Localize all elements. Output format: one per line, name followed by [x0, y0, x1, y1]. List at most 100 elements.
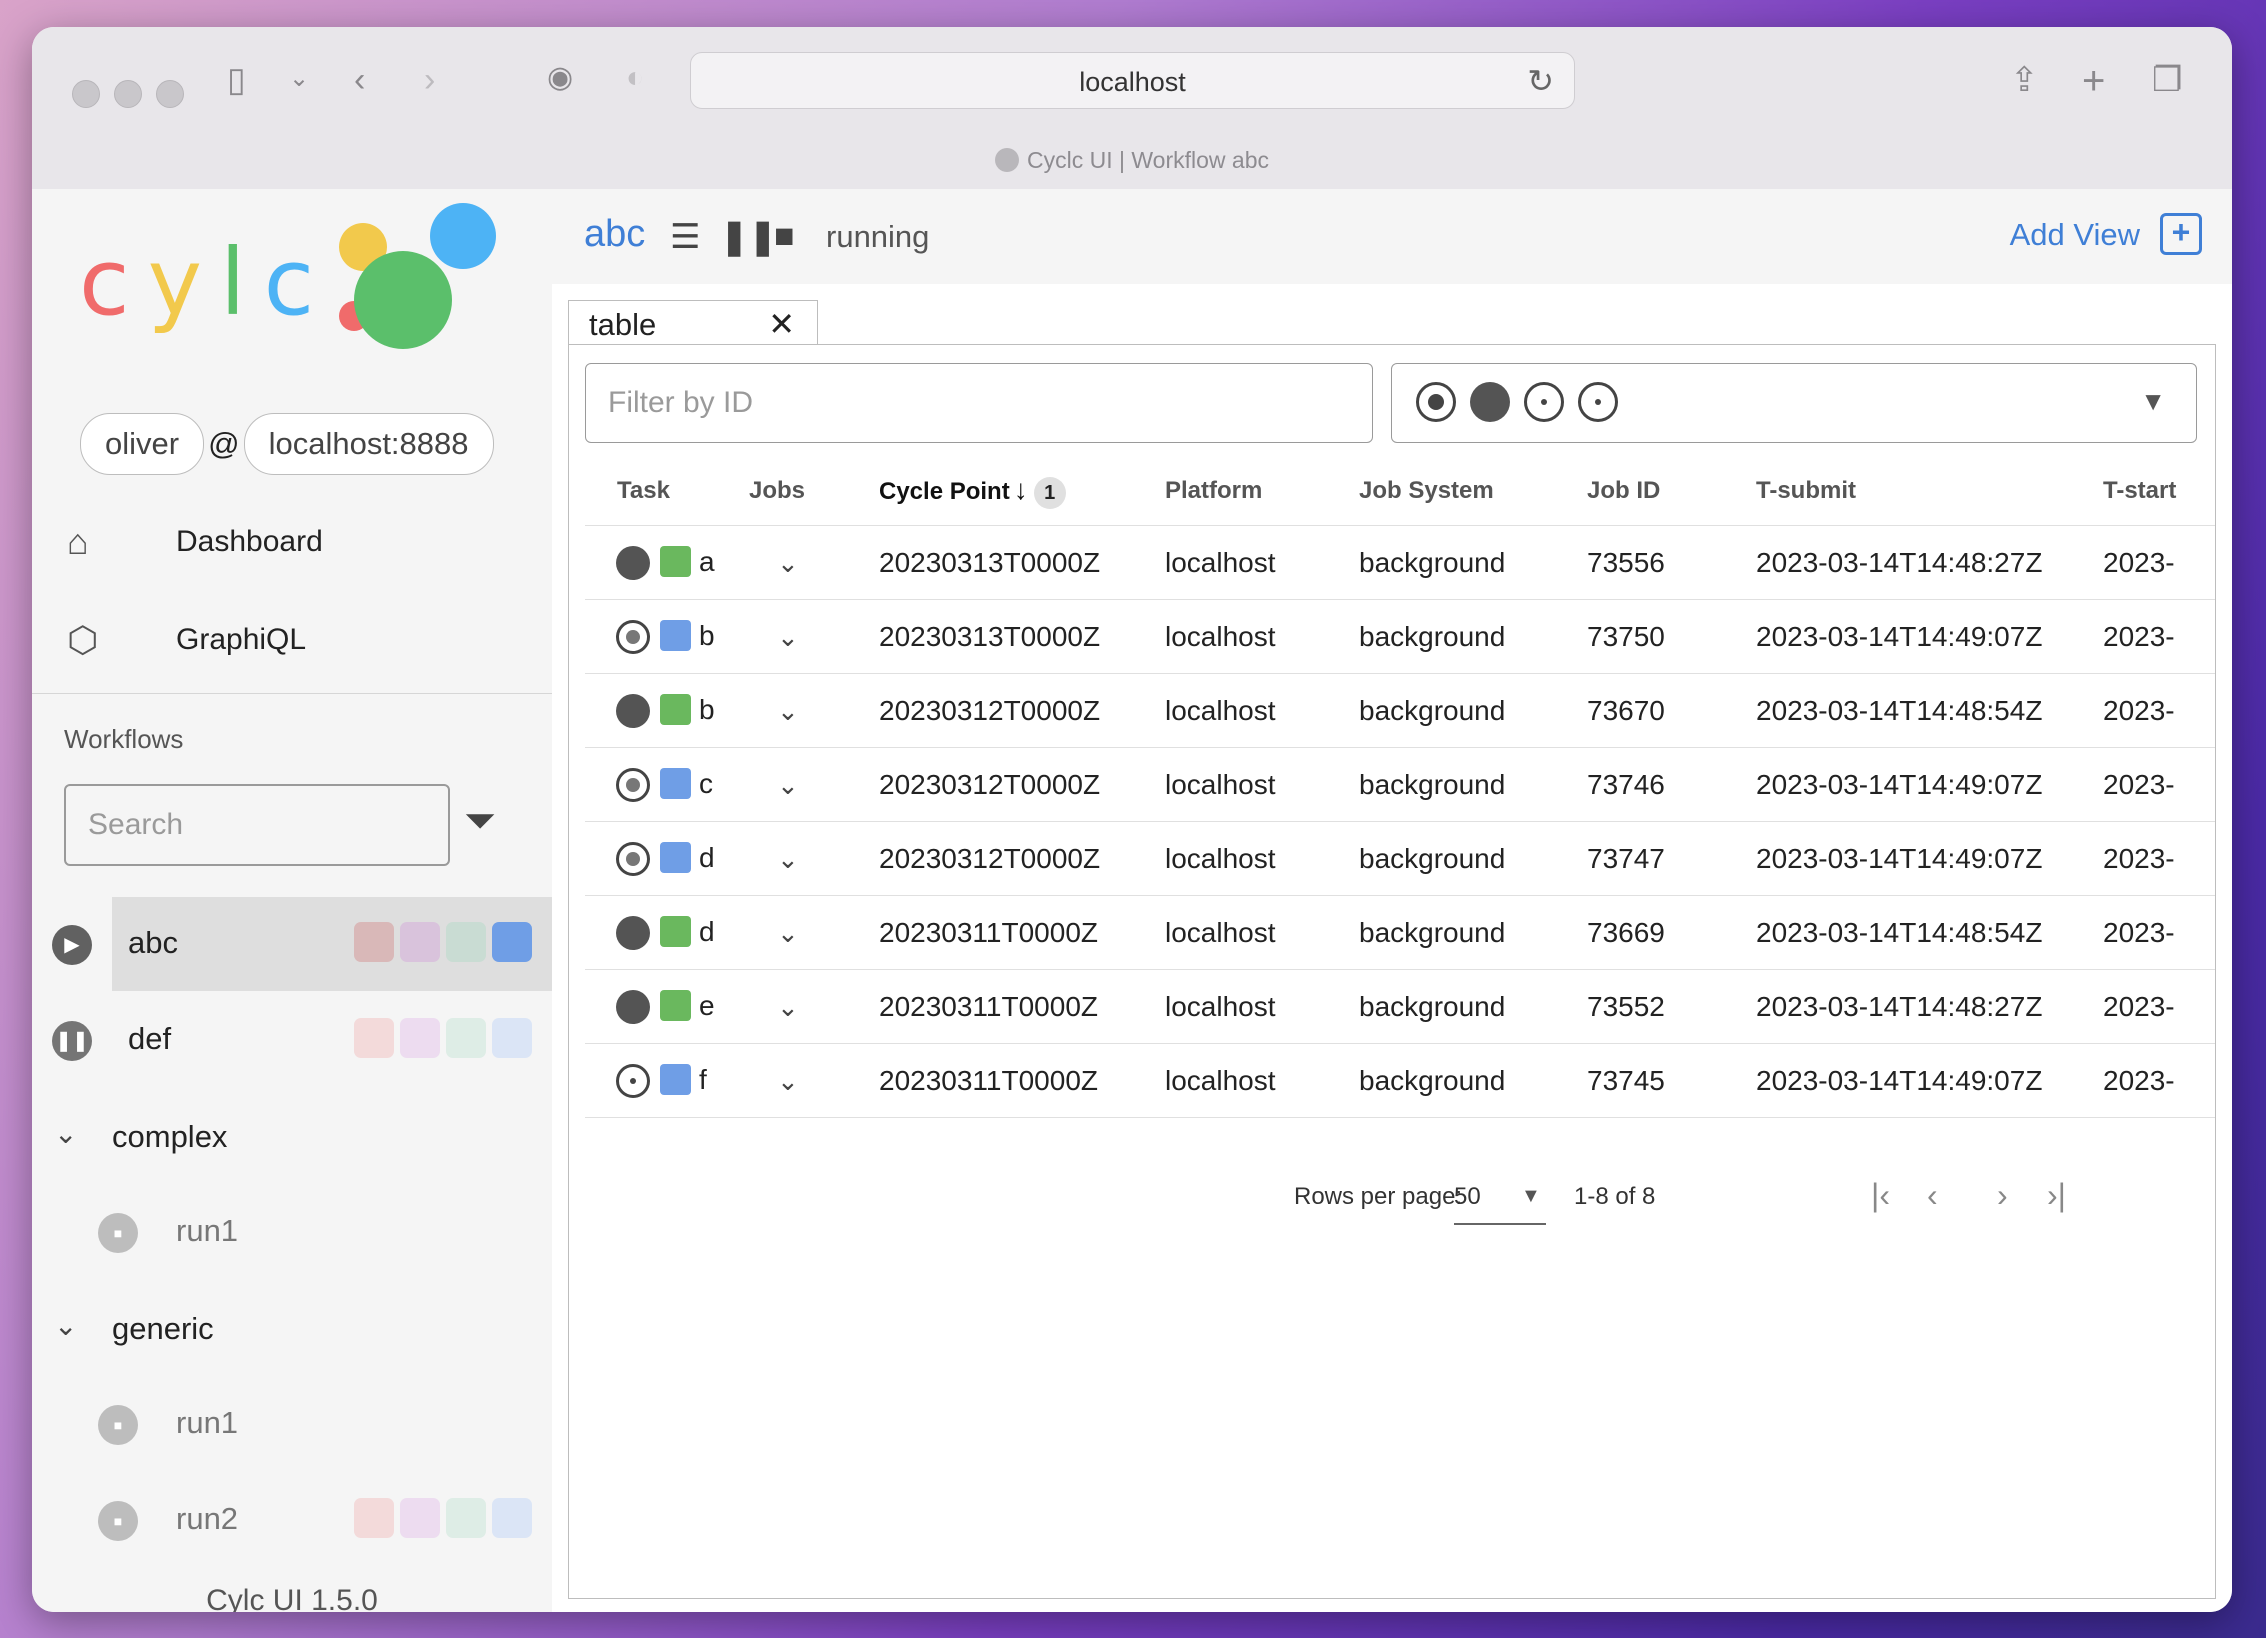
share-icon[interactable]: ⇪	[2010, 63, 2039, 97]
workflow-item-generic-run2[interactable]: ■ run2	[32, 1473, 552, 1567]
expand-jobs-icon[interactable]: ⌄	[749, 696, 799, 726]
task-name: b	[699, 620, 715, 651]
job-id-cell: 73552	[1587, 969, 1756, 1044]
col-job-system[interactable]: Job System	[1359, 457, 1587, 526]
expand-jobs-icon[interactable]: ⌄	[749, 1066, 799, 1096]
expand-jobs-icon[interactable]: ⌄	[749, 548, 799, 578]
sidebar-toggle-icon[interactable]: ▯	[227, 63, 246, 97]
rows-per-page-select[interactable]: 50	[1454, 1183, 1481, 1211]
tabs-overview-icon[interactable]: ❐	[2152, 63, 2182, 97]
shield-icon[interactable]: ◐	[626, 63, 644, 93]
task-name: a	[699, 546, 715, 577]
jobs-cell: ⌄	[749, 747, 879, 822]
stopped-icon: ■	[98, 1213, 138, 1253]
cylc-logo[interactable]: cylc	[32, 189, 552, 379]
job-system-cell: background	[1359, 821, 1587, 896]
col-cycle-point[interactable]: Cycle Point ↓ 1	[879, 457, 1165, 526]
job-state-icon	[660, 694, 691, 725]
col-jobs[interactable]: Jobs	[749, 457, 879, 526]
chevron-down-icon[interactable]: ⌄	[289, 67, 309, 91]
expand-jobs-icon[interactable]: ⌄	[749, 622, 799, 652]
forward-icon[interactable]: ›	[424, 63, 435, 97]
table-row[interactable]: a ⌄ 20230313T0000Z localhost background 73556…	[585, 525, 2215, 600]
nav-dashboard[interactable]: ⌂ Dashboard	[32, 494, 552, 590]
back-icon[interactable]: ‹	[354, 63, 365, 97]
platform-cell: localhost	[1165, 1043, 1359, 1118]
col-task[interactable]: Task	[585, 457, 749, 526]
table-row[interactable]: d ⌄ 20230311T0000Z localhost background 73669…	[585, 895, 2215, 970]
workflow-group-generic[interactable]: ⌄ generic	[32, 1289, 552, 1369]
close-window-button[interactable]	[72, 80, 100, 108]
selected-highlight	[112, 897, 552, 991]
nav-graphiql[interactable]: ⬡ GraphiQL	[32, 592, 552, 688]
table-row[interactable]: b ⌄ 20230313T0000Z localhost background 73750…	[585, 599, 2215, 674]
last-page-icon[interactable]: ›|	[2047, 1177, 2066, 1214]
job-system-cell: background	[1359, 525, 1587, 600]
col-t-start[interactable]: T-start	[2103, 457, 2215, 526]
filter-icon[interactable]: ⏷	[464, 799, 496, 844]
task-state-filter-select[interactable]: ▼	[1391, 363, 2197, 443]
workflow-item-def[interactable]: ❚❚ def	[32, 993, 552, 1087]
stop-icon[interactable]: ■	[774, 217, 795, 256]
dropdown-caret-icon: ▼	[2140, 386, 2166, 416]
expand-jobs-icon[interactable]: ⌄	[749, 918, 799, 948]
platform-cell: localhost	[1165, 599, 1359, 674]
task-name: e	[699, 990, 715, 1021]
workflow-group-complex[interactable]: ⌄ complex	[32, 1097, 552, 1177]
state-summary-submitted	[492, 1018, 532, 1058]
task-name: d	[699, 916, 715, 947]
table-row[interactable]: c ⌄ 20230312T0000Z localhost background 73746…	[585, 747, 2215, 822]
table-row[interactable]: b ⌄ 20230312T0000Z localhost background 73670…	[585, 673, 2215, 748]
pause-icon[interactable]: ❚❚	[720, 217, 777, 257]
filter-id-input[interactable]: Filter by ID	[585, 363, 1373, 443]
job-state-icon	[660, 842, 691, 873]
menu-icon[interactable]: ☰	[670, 217, 700, 257]
minimize-window-button[interactable]	[114, 80, 142, 108]
zoom-window-button[interactable]	[156, 80, 184, 108]
first-page-icon[interactable]: |‹	[1871, 1177, 1890, 1214]
job-id-cell: 73747	[1587, 821, 1756, 896]
task-state-icon	[616, 1064, 650, 1098]
close-icon[interactable]: ✕	[768, 305, 795, 343]
t-start-cell: 2023-	[2103, 895, 2215, 970]
sort-order-badge: 1	[1033, 476, 1066, 509]
tab-table[interactable]: table ✕	[568, 300, 818, 345]
workflow-item-abc[interactable]: ▶ abc	[32, 897, 552, 991]
table-row[interactable]: d ⌄ 20230312T0000Z localhost background 73747…	[585, 821, 2215, 896]
browser-window: ▯ ⌄ ‹ › ◉ ◐ localhost ↻ ⇪ + ❐ Cyclc UI |…	[32, 27, 2232, 1612]
platform-cell: localhost	[1165, 895, 1359, 970]
col-platform[interactable]: Platform	[1165, 457, 1359, 526]
workflow-search-input[interactable]: Search	[64, 784, 450, 866]
workflow-item-generic-run1[interactable]: ■ run1	[32, 1377, 552, 1471]
expand-jobs-icon[interactable]: ⌄	[749, 992, 799, 1022]
add-view-button[interactable]: Add View	[2010, 217, 2140, 253]
new-tab-icon[interactable]: +	[2082, 61, 2105, 101]
user-chip[interactable]: oliver	[80, 413, 205, 475]
job-system-cell: background	[1359, 599, 1587, 674]
dropdown-caret-icon[interactable]: ▼	[1521, 1185, 1541, 1208]
task-state-icon	[616, 694, 650, 728]
extension-icon[interactable]: ◉	[547, 63, 573, 93]
cycle-point-cell: 20230313T0000Z	[879, 599, 1165, 674]
task-name: f	[699, 1064, 707, 1095]
nav-menu: ⌂ Dashboard ⬡ GraphiQL	[32, 494, 552, 694]
expand-jobs-icon[interactable]: ⌄	[749, 770, 799, 800]
workflow-item-complex-run1[interactable]: ■ run1	[32, 1185, 552, 1279]
next-page-icon[interactable]: ›	[1997, 1177, 2008, 1214]
table-row[interactable]: e ⌄ 20230311T0000Z localhost background 73552…	[585, 969, 2215, 1044]
tab-title-text: Cyclc UI | Workflow abc	[1027, 147, 1269, 173]
table-row[interactable]: f ⌄ 20230311T0000Z localhost background 73745…	[585, 1043, 2215, 1118]
table-view: Filter by ID ▼ Task Jobs Cycle Point↓1	[568, 344, 2216, 1599]
reload-icon[interactable]: ↻	[1527, 62, 1554, 100]
host-chip[interactable]: localhost:8888	[243, 413, 494, 475]
task-table: Task Jobs Cycle Point ↓ 1 Platform Job Sys…	[585, 457, 2215, 1118]
add-view-icon[interactable]: +	[2160, 213, 2202, 255]
tab-title[interactable]: Cyclc UI | Workflow abc	[32, 147, 2232, 174]
col-t-submit[interactable]: T-submit	[1756, 457, 2103, 526]
prev-page-icon[interactable]: ‹	[1927, 1177, 1938, 1214]
address-bar[interactable]: localhost ↻	[690, 52, 1575, 109]
expand-jobs-icon[interactable]: ⌄	[749, 844, 799, 874]
task-cell: e	[585, 969, 749, 1044]
col-job-id[interactable]: Job ID	[1587, 457, 1756, 526]
favicon-icon	[995, 148, 1019, 172]
